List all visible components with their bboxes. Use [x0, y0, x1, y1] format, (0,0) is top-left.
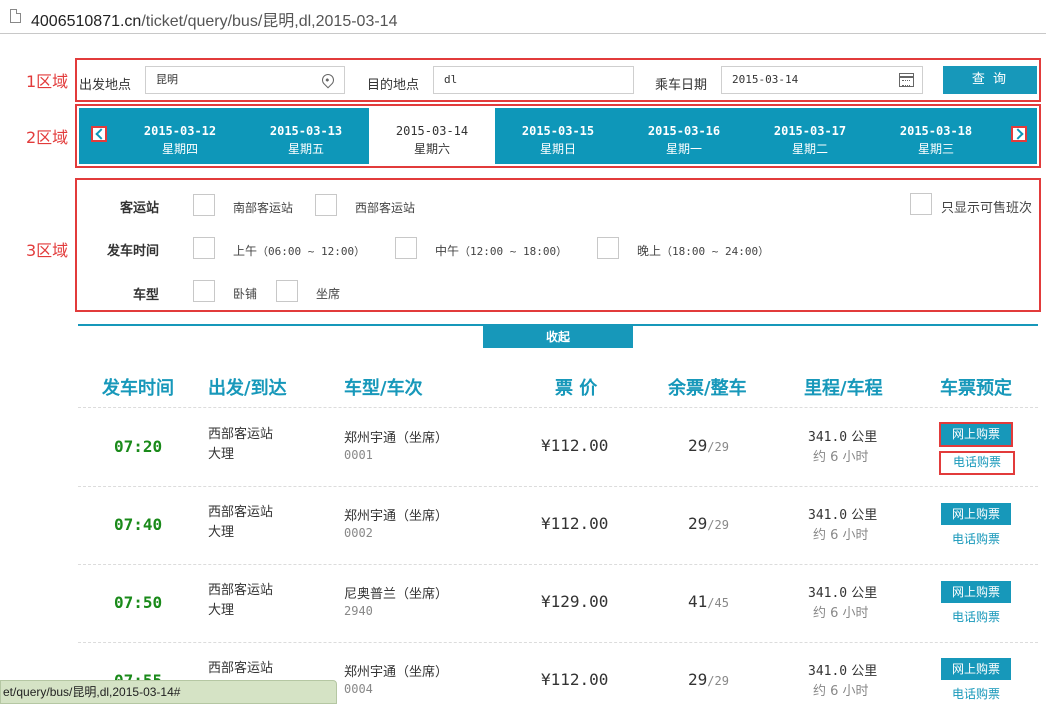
date-tab[interactable]: 2015-03-13 星期五 [243, 108, 369, 164]
time-option-label: 上午（06:00 ~ 12:00） [233, 244, 366, 258]
station-cell: 西部客运站大理 [208, 583, 274, 618]
date-tab[interactable]: 2015-03-16 星期一 [621, 108, 747, 164]
buy-by-phone-link[interactable]: 电话购票 [941, 530, 1011, 547]
only-available-checkbox[interactable] [910, 193, 932, 215]
type-option-label: 卧铺 [233, 287, 258, 301]
time-checkbox[interactable] [395, 237, 417, 259]
from-input[interactable]: 昆明 [145, 66, 345, 94]
bus-number: 2940 [344, 604, 373, 618]
time-filter-title: 发车时间 [106, 244, 159, 259]
collapse-button[interactable]: 收起 [483, 326, 633, 348]
type-filter-title: 车型 [132, 288, 159, 303]
bus-number: 0001 [344, 448, 373, 462]
bus-type: 郑州宇通（坐席） [344, 431, 449, 446]
buy-online-button[interactable]: 网上购票 [941, 503, 1011, 525]
buy-online-button[interactable]: 网上购票 [941, 581, 1011, 603]
seats-left: 29/29 [688, 514, 729, 533]
duration: 约 6 小时 [813, 684, 869, 699]
seats-left: 41/45 [688, 592, 729, 611]
time-checkbox[interactable] [193, 237, 215, 259]
station-checkbox[interactable] [315, 194, 337, 216]
col-header-distance: 里程/车程 [804, 378, 883, 399]
col-header-time[interactable]: 发车时间 [102, 374, 174, 400]
filter-panel: 客运站 南部客运站 西部客运站 只显示可售班次 发车时间 上午（06:00 ~ … [75, 178, 1041, 312]
bus-type: 郑州宇通（坐席） [344, 665, 449, 680]
row-divider [78, 642, 1038, 643]
date-tab-active[interactable]: 2015-03-14 星期六 [369, 108, 495, 164]
prev-arrow-icon[interactable] [91, 126, 107, 142]
buy-by-phone-link[interactable]: 电话购票 [939, 451, 1015, 475]
station-option-label: 西部客运站 [355, 201, 416, 215]
distance: 341.0 公里 [808, 508, 878, 523]
next-arrow-icon[interactable] [1011, 126, 1027, 142]
bus-number: 0004 [344, 682, 373, 696]
buy-by-phone-link[interactable]: 电话购票 [941, 608, 1011, 625]
row-divider [78, 486, 1038, 487]
to-input[interactable]: dl [433, 66, 634, 94]
distance: 341.0 公里 [808, 664, 878, 679]
distance: 341.0 公里 [808, 430, 878, 445]
ticket-price: ¥112.00 [541, 436, 609, 455]
row-divider [78, 564, 1038, 565]
station-cell: 西部客运站大理 [208, 505, 274, 540]
ticket-price: ¥129.00 [541, 592, 609, 611]
date-strip: 2015-03-12 星期四 2015-03-13 星期五 2015-03-14 星期… [75, 104, 1041, 168]
station-filter-title: 客运站 [119, 201, 159, 216]
col-header-seats: 余票/整车 [668, 378, 747, 399]
buy-online-button[interactable]: 网上购票 [941, 658, 1011, 680]
ticket-price: ¥112.00 [541, 670, 609, 689]
search-bar: 出发地点 昆明 目的地点 dl 乘车日期 2015-03-14 查 询 [75, 58, 1041, 102]
only-available-label: 只显示可售班次 [941, 201, 1033, 216]
duration: 约 6 小时 [813, 606, 869, 621]
buy-by-phone-link[interactable]: 电话购票 [941, 685, 1011, 702]
status-bar: et/query/bus/昆明,dl,2015-03-14# [0, 680, 337, 704]
station-checkbox[interactable] [193, 194, 215, 216]
time-option-label: 中午（12:00 ~ 18:00） [435, 244, 568, 258]
type-checkbox[interactable] [276, 280, 298, 302]
bus-number: 0002 [344, 526, 373, 540]
zone2-annotation: 2区域 [26, 128, 69, 147]
bus-type: 尼奥普兰（坐席） [344, 587, 449, 602]
date-label: 乘车日期 [655, 78, 708, 93]
time-option-label: 晚上（18:00 ~ 24:00） [637, 244, 770, 258]
address-bar[interactable]: 4006510871.cn/ticket/query/bus/昆明,dl,201… [0, 0, 1046, 34]
to-label: 目的地点 [367, 78, 420, 93]
station-cell: 西部客运站大理 [208, 427, 274, 462]
col-header-station: 出发/到达 [208, 378, 287, 399]
date-input[interactable]: 2015-03-14 [721, 66, 923, 94]
col-header-type: 车型/车次 [344, 378, 423, 399]
location-pin-icon[interactable] [319, 71, 337, 89]
ticket-price: ¥112.00 [541, 514, 609, 533]
duration: 约 6 小时 [813, 450, 869, 465]
station-option-label: 南部客运站 [233, 201, 294, 215]
duration: 约 6 小时 [813, 528, 869, 543]
date-tab[interactable]: 2015-03-18 星期三 [873, 108, 999, 164]
zone1-annotation: 1区域 [26, 72, 69, 91]
distance: 341.0 公里 [808, 586, 878, 601]
col-header-price[interactable]: 票 价 [555, 374, 597, 400]
seats-left: 29/29 [688, 436, 729, 455]
url-text[interactable]: 4006510871.cn/ticket/query/bus/昆明,dl,201… [31, 7, 397, 31]
zone3-annotation: 3区域 [26, 241, 69, 260]
type-checkbox[interactable] [193, 280, 215, 302]
date-tab[interactable]: 2015-03-15 星期日 [495, 108, 621, 164]
time-checkbox[interactable] [597, 237, 619, 259]
row-divider [78, 407, 1038, 408]
query-button[interactable]: 查 询 [943, 66, 1037, 94]
bus-type: 郑州宇通（坐席） [344, 509, 449, 524]
seats-left: 29/29 [688, 670, 729, 689]
departure-time: 07:20 [114, 437, 163, 456]
type-option-label: 坐席 [316, 287, 341, 301]
date-tab[interactable]: 2015-03-17 星期二 [747, 108, 873, 164]
col-header-booking: 车票预定 [940, 378, 1012, 399]
from-label: 出发地点 [79, 78, 132, 93]
calendar-icon[interactable] [899, 73, 914, 87]
page-icon [10, 9, 21, 23]
date-tab[interactable]: 2015-03-12 星期四 [117, 108, 243, 164]
buy-online-button[interactable]: 网上购票 [939, 422, 1013, 447]
departure-time: 07:50 [114, 593, 163, 612]
departure-time: 07:40 [114, 515, 163, 534]
